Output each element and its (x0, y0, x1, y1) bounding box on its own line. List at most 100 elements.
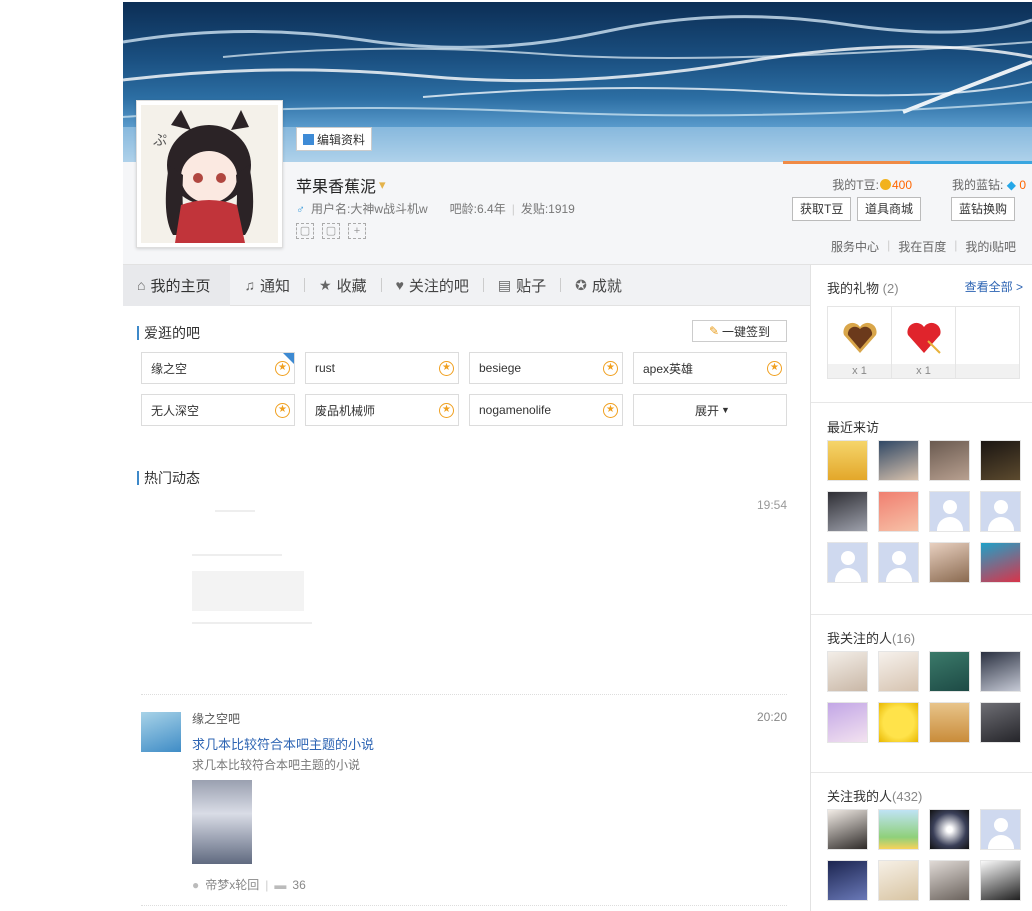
bar-age: 吧龄:6.4年 (449, 202, 506, 216)
recent-visitors-grid (827, 440, 1021, 583)
gift-count: x 1 (892, 364, 955, 378)
star-icon: ★ (439, 360, 454, 376)
star-icon: ★ (275, 402, 290, 418)
faded-text-line (192, 622, 312, 624)
diamond-icon: ◆ (1006, 178, 1016, 192)
following-title-text: 我关注的人 (827, 631, 893, 646)
coin-icon (879, 179, 891, 190)
bell-icon: ♫ (244, 277, 255, 293)
visitor-default-avatar[interactable] (827, 542, 868, 583)
bar-thumbnail[interactable] (141, 712, 181, 752)
visitor-avatar[interactable] (878, 491, 919, 532)
home-icon: ⌂ (137, 277, 146, 293)
feed-post-image[interactable] (192, 780, 252, 864)
bar-item[interactable]: apex英雄 ★ (633, 352, 787, 384)
document-icon: ▤ (497, 276, 512, 293)
following-avatar[interactable] (878, 651, 919, 692)
follower-avatar[interactable] (827, 860, 868, 901)
blue-exchange-button[interactable]: 蓝钻换购 (951, 197, 1016, 221)
following-title: 我关注的人(16) (827, 628, 915, 647)
bar-item[interactable]: nogamenolife ★ (469, 394, 623, 426)
gift-count: x 1 (828, 364, 891, 378)
recent-visitors-section: 最近来访 (811, 403, 1032, 615)
tab-followed-bars[interactable]: ♥ 关注的吧 (382, 265, 483, 306)
following-avatar[interactable] (827, 651, 868, 692)
medal-slot-icon[interactable]: ▢ (322, 223, 340, 239)
feed-divider (141, 694, 787, 695)
tab-home-label: 我的主页 (150, 277, 211, 295)
star-icon: ★ (319, 276, 332, 293)
feed-post-title[interactable]: 求几本比较符合本吧主题的小说 (192, 734, 374, 753)
profile-tabs: ⌂ 我的主页 ♫ 通知 ★ 收藏 ♥ 关注的吧 ▤ 贴子 ✪ 成就 (123, 264, 810, 306)
visitor-avatar[interactable] (827, 491, 868, 532)
visitor-avatar[interactable] (929, 542, 970, 583)
visitor-avatar[interactable] (929, 440, 970, 481)
visitor-avatar[interactable] (878, 440, 919, 481)
visitor-avatar[interactable] (827, 440, 868, 481)
my-baidu-link[interactable]: 我在百度 (898, 238, 946, 255)
follower-avatar[interactable] (827, 809, 868, 850)
user-meta: ♂ 用户名:大神w战斗机w 吧龄:6.4年 | 发贴:1919 (296, 201, 575, 217)
one-click-signin-button[interactable]: ✎ 一键签到 (692, 320, 787, 342)
visitor-default-avatar[interactable] (878, 542, 919, 583)
favorite-bars-grid: 缘之空 ★ rust ★ besiege ★ apex英雄 ★ 无人深空 ★ 废… (141, 352, 787, 426)
follower-avatar[interactable] (878, 860, 919, 901)
expand-button[interactable]: 展开 ▼ (633, 394, 787, 426)
gifts-title: 我的礼物 (2) (827, 278, 899, 297)
my-itieba-link[interactable]: 我的i贴吧 (965, 238, 1016, 255)
bar-item[interactable]: besiege ★ (469, 352, 623, 384)
pencil-icon: ✎ (708, 324, 720, 338)
user-avatar[interactable]: ぷ (136, 100, 283, 248)
tbean-value: 400 (891, 178, 912, 192)
heart-icon: ♥ (395, 277, 404, 293)
add-medal-icon[interactable]: + (348, 223, 366, 239)
feed-item-faded[interactable]: 19:54 (141, 498, 787, 668)
feed-divider (141, 905, 787, 906)
feed-bar-name[interactable]: 缘之空吧 (192, 710, 240, 727)
feed-item: 缘之空吧 20:20 求几本比较符合本吧主题的小说 求几本比较符合本吧主题的小说… (141, 710, 787, 900)
feed-post-author[interactable]: 帝梦x轮回 (205, 876, 259, 893)
follower-avatar[interactable] (929, 860, 970, 901)
following-avatar[interactable] (929, 651, 970, 692)
following-avatar[interactable] (929, 702, 970, 743)
edit-profile-button[interactable]: 编辑资料 (296, 127, 373, 151)
medal-slot-icon[interactable]: ▢ (296, 223, 314, 239)
follower-avatar[interactable] (980, 860, 1021, 901)
bar-item[interactable]: 无人深空 ★ (141, 394, 295, 426)
get-tbean-button[interactable]: 获取T豆 (792, 197, 852, 221)
following-avatar[interactable] (878, 702, 919, 743)
see-all-gifts-link[interactable]: 查看全部 > (965, 278, 1023, 295)
visitor-avatar[interactable] (980, 440, 1021, 481)
tab-posts[interactable]: ▤ 贴子 (484, 265, 560, 306)
feed-time: 20:20 (756, 710, 787, 724)
star-icon: ★ (439, 402, 454, 418)
service-center-link[interactable]: 服务中心 (831, 238, 879, 255)
feed-post-abstract: 求几本比较符合本吧主题的小说 (192, 758, 361, 772)
medal-slots: ▢ ▢ + (296, 223, 366, 239)
follower-avatar[interactable] (878, 809, 919, 850)
bar-item[interactable]: rust ★ (305, 352, 459, 384)
tab-notify[interactable]: ♫ 通知 (230, 265, 304, 306)
gift-item[interactable]: x 1 (891, 306, 956, 379)
tab-achievements-label: 成就 (591, 277, 622, 295)
icecream-icon: ▾ (379, 177, 386, 192)
tab-home[interactable]: ⌂ 我的主页 (123, 264, 231, 306)
follower-default-avatar[interactable] (980, 809, 1021, 850)
following-grid (827, 651, 1021, 743)
tab-favorites[interactable]: ★ 收藏 (305, 265, 381, 306)
follower-avatar[interactable] (929, 809, 970, 850)
visitor-default-avatar[interactable] (980, 491, 1021, 532)
visitor-default-avatar[interactable] (929, 491, 970, 532)
gift-item[interactable]: x 1 (827, 306, 892, 379)
bar-item[interactable]: 废品机械师 ★ (305, 394, 459, 426)
recent-visitors-title: 最近来访 (827, 420, 880, 435)
following-avatar[interactable] (980, 651, 1021, 692)
visitor-avatar[interactable] (980, 542, 1021, 583)
tab-achievements[interactable]: ✪ 成就 (561, 265, 636, 306)
followers-grid (827, 809, 1021, 901)
bar-item[interactable]: 缘之空 ★ (141, 352, 295, 384)
followers-section: 关注我的人(432) (811, 773, 1032, 911)
prop-store-button[interactable]: 道具商城 (857, 197, 922, 221)
following-avatar[interactable] (827, 702, 868, 743)
following-avatar[interactable] (980, 702, 1021, 743)
